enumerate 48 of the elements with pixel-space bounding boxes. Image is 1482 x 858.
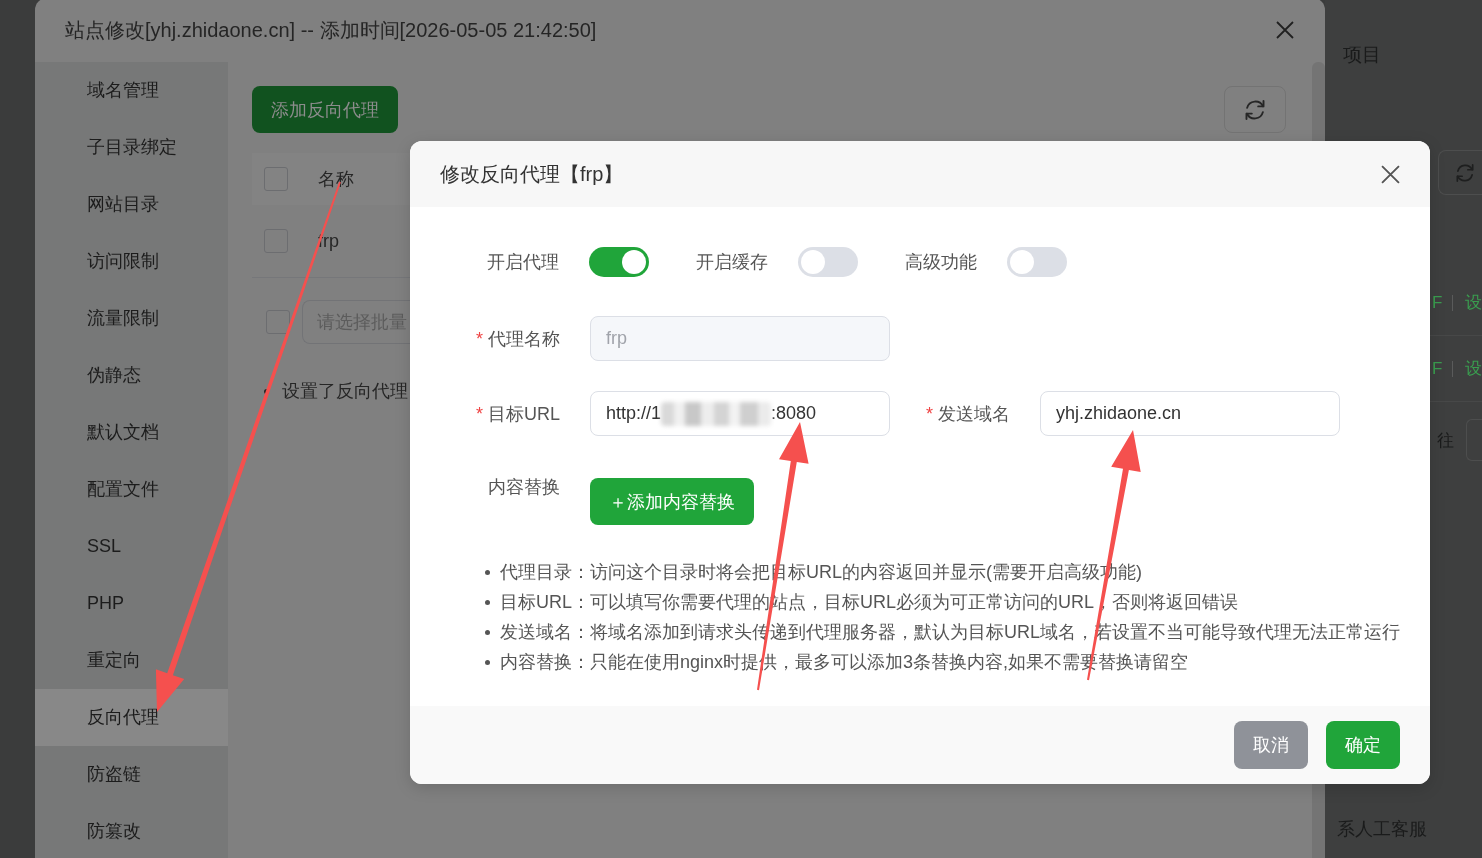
toggle-switch[interactable] bbox=[798, 247, 858, 277]
field-label: * 代理名称 bbox=[474, 327, 560, 351]
dialog-title: 修改反向代理【frp】 bbox=[440, 161, 624, 187]
sidebar-item[interactable]: 访问限制 bbox=[35, 233, 228, 290]
cancel-button[interactable]: 取消 bbox=[1234, 721, 1308, 769]
bullet-icon bbox=[485, 659, 490, 665]
sidebar-item[interactable]: 子目录绑定 bbox=[35, 119, 228, 176]
sidebar-item[interactable]: 默认文档 bbox=[35, 404, 228, 461]
bullet-icon bbox=[485, 569, 490, 575]
switch-label: 高级功能 bbox=[905, 251, 977, 274]
close-icon[interactable] bbox=[1276, 21, 1294, 39]
close-icon[interactable] bbox=[1381, 164, 1400, 184]
confirm-button[interactable]: 确定 bbox=[1326, 721, 1400, 769]
bullet-icon bbox=[485, 599, 490, 605]
dialog-title: 站点修改[yhj.zhidaone.cn] -- 添加时间[2026-05-05 21:42:50] bbox=[65, 17, 597, 43]
refresh-icon bbox=[1245, 99, 1265, 120]
switch-label: 开启代理 bbox=[487, 251, 559, 274]
sidebar-item[interactable]: 流量限制 bbox=[35, 290, 228, 347]
refresh-button[interactable] bbox=[1438, 150, 1482, 195]
sidebar-item[interactable]: 配置文件 bbox=[35, 461, 228, 518]
refresh-button[interactable] bbox=[1224, 86, 1286, 133]
table-cell: F bbox=[1432, 357, 1443, 380]
sidebar-item[interactable]: 网站目录 bbox=[35, 176, 228, 233]
sidebar-item[interactable]: SSL bbox=[35, 518, 228, 575]
table-cell: 设 bbox=[1465, 291, 1482, 314]
switch-label: 开启缓存 bbox=[696, 251, 768, 274]
add-proxy-button[interactable]: 添加反向代理 bbox=[252, 86, 398, 133]
table-cell: 设 bbox=[1465, 357, 1482, 380]
toggle-switch[interactable] bbox=[589, 247, 649, 277]
sidebar-item[interactable]: 防篡改 bbox=[35, 803, 228, 858]
table-cell: F bbox=[1432, 291, 1443, 314]
field-label: 内容替换 bbox=[487, 478, 560, 496]
note-text: 设置了反向代理 bbox=[282, 380, 408, 403]
sidebar-item[interactable]: 重定向 bbox=[35, 632, 228, 689]
sidebar-item[interactable]: 防盗链 bbox=[35, 746, 228, 803]
text-input[interactable]: yhj.zhidaone.cn bbox=[1040, 391, 1340, 436]
sidebar-item[interactable]: 域名管理 bbox=[35, 62, 228, 119]
column-header: 名称 bbox=[318, 168, 354, 191]
sidebar-item[interactable]: 反向代理 bbox=[35, 689, 228, 746]
refresh-icon bbox=[1456, 163, 1474, 182]
add-replace-button[interactable]: ＋添加内容替换 bbox=[590, 478, 754, 525]
toggle-switch[interactable] bbox=[1007, 247, 1067, 277]
text-input[interactable]: http://1 :8080 bbox=[590, 391, 890, 436]
sidebar-item[interactable]: PHP bbox=[35, 575, 228, 632]
field-label: * 发送域名 bbox=[924, 402, 1010, 426]
sidebar-item[interactable]: 伪静态 bbox=[35, 347, 228, 404]
bullet-icon bbox=[485, 629, 490, 635]
field-label: * 目标URL bbox=[474, 402, 560, 426]
